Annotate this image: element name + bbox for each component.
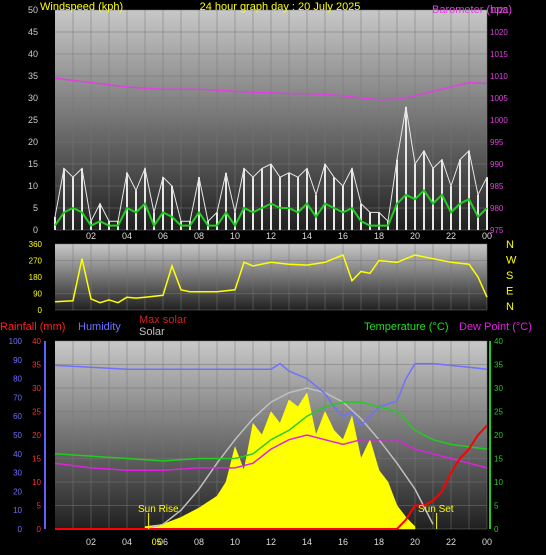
sunrise-hour-label: 05: [152, 537, 162, 547]
direction-y-tick-label: 270: [29, 257, 43, 266]
compass-label: N: [506, 301, 514, 313]
dew-point-label: Dew Point (°C): [459, 321, 532, 333]
baro-y-tick-label: 990: [490, 160, 504, 169]
wind-y-tick-label: 5: [33, 203, 38, 213]
rain-tick-label: 30: [32, 384, 41, 393]
temp-tick-label: 0: [494, 525, 499, 534]
compass-label: N: [506, 239, 514, 251]
rainfall-label: Rainfall (mm): [0, 321, 65, 333]
humidity-tick-label: 60: [13, 412, 22, 421]
rain-tick-label: 15: [32, 455, 41, 464]
sun-set-label: Sun Set: [418, 504, 454, 515]
climate-x-tick-label: 04: [122, 537, 132, 547]
humidity-tick-label: 0: [18, 525, 23, 534]
climate-x-tick-label: 22: [446, 537, 456, 547]
baro-y-tick-label: 995: [490, 138, 504, 147]
wind-x-tick-label: 20: [410, 231, 420, 241]
compass-label: W: [506, 255, 517, 267]
baro-y-tick-label: 1000: [490, 116, 508, 125]
rain-tick-label: 5: [37, 502, 42, 511]
wind-x-tick-label: 18: [374, 231, 384, 241]
temp-tick-label: 35: [494, 361, 503, 370]
climate-x-tick-label: 12: [266, 537, 276, 547]
baro-y-tick-label: 1015: [490, 50, 508, 59]
temp-tick-label: 5: [494, 502, 499, 511]
climate-x-tick-label: 00: [482, 537, 492, 547]
rain-tick-label: 25: [32, 408, 41, 417]
wind-y-tick-label: 25: [28, 115, 38, 125]
climate-x-tick-label: 10: [230, 537, 240, 547]
baro-y-tick-label: 1020: [490, 28, 508, 37]
baro-y-tick-label: 1010: [490, 72, 508, 81]
temp-tick-label: 15: [494, 455, 503, 464]
humidity-label: Humidity: [78, 321, 121, 333]
wind-x-tick-label: 12: [266, 231, 276, 241]
climate-x-tick-label: 02: [86, 537, 96, 547]
humidity-tick-label: 20: [13, 487, 22, 496]
climate-x-tick-label: 20: [410, 537, 420, 547]
wind-y-tick-label: 40: [28, 49, 38, 59]
weather-chart: 0510152025303540455097598098599099510001…: [0, 1, 532, 547]
temperature-label: Temperature (°C): [364, 321, 448, 333]
temp-tick-label: 25: [494, 408, 503, 417]
baro-y-tick-label: 980: [490, 204, 504, 213]
humidity-tick-label: 100: [9, 337, 23, 346]
wind-y-tick-label: 15: [28, 159, 38, 169]
wind-x-tick-label: 10: [230, 231, 240, 241]
rain-tick-label: 35: [32, 361, 41, 370]
baro-y-tick-label: 985: [490, 182, 504, 191]
wind-x-tick-label: 00: [482, 231, 492, 241]
humidity-tick-label: 30: [13, 469, 22, 478]
wind-x-tick-label: 06: [158, 231, 168, 241]
wind-y-tick-label: 20: [28, 137, 38, 147]
barometer-label: Barometer (hpa): [432, 4, 512, 16]
humidity-tick-label: 90: [13, 356, 22, 365]
rain-tick-label: 40: [32, 337, 41, 346]
direction-y-tick-label: 360: [29, 240, 43, 249]
compass-label: E: [506, 286, 513, 298]
climate-x-tick-label: 08: [194, 537, 204, 547]
rain-tick-label: 20: [32, 431, 41, 440]
wind-x-tick-label: 14: [302, 231, 312, 241]
temp-tick-label: 10: [494, 478, 503, 487]
climate-x-tick-label: 16: [338, 537, 348, 547]
wind-x-tick-label: 16: [338, 231, 348, 241]
rain-tick-label: 0: [37, 525, 42, 534]
baro-y-tick-label: 1005: [490, 94, 508, 103]
climate-x-tick-label: 18: [374, 537, 384, 547]
humidity-tick-label: 10: [13, 506, 22, 515]
direction-y-tick-label: 90: [33, 290, 42, 299]
sun-rise-label: Sun Rise: [138, 504, 179, 515]
chart-title: 24 hour graph day : 20 July 2025: [200, 1, 361, 13]
windspeed-label: Windspeed (kph): [40, 1, 123, 13]
temp-tick-label: 40: [494, 337, 503, 346]
humidity-tick-label: 50: [13, 431, 22, 440]
wind-y-tick-label: 45: [28, 27, 38, 37]
wind-x-tick-label: 04: [122, 231, 132, 241]
wind-y-tick-label: 10: [28, 181, 38, 191]
wind-y-tick-label: 50: [28, 5, 38, 15]
compass-label: S: [506, 270, 513, 282]
humidity-tick-label: 80: [13, 375, 22, 384]
wind-y-tick-label: 35: [28, 71, 38, 81]
wind-y-tick-label: 30: [28, 93, 38, 103]
temp-tick-label: 20: [494, 431, 503, 440]
baro-y-tick-label: 975: [490, 226, 504, 235]
direction-y-tick-label: 180: [29, 273, 43, 282]
wind-x-tick-label: 08: [194, 231, 204, 241]
max-solar-label: Max solar: [139, 314, 187, 326]
climate-x-tick-label: 14: [302, 537, 312, 547]
wind-x-tick-label: 22: [446, 231, 456, 241]
wind-y-tick-label: 0: [33, 225, 38, 235]
solar-label: Solar: [139, 326, 165, 338]
temp-tick-label: 30: [494, 384, 503, 393]
direction-y-tick-label: 0: [38, 306, 43, 315]
humidity-tick-label: 70: [13, 393, 22, 402]
humidity-tick-label: 40: [13, 450, 22, 459]
wind-x-tick-label: 02: [86, 231, 96, 241]
rain-tick-label: 10: [32, 478, 41, 487]
